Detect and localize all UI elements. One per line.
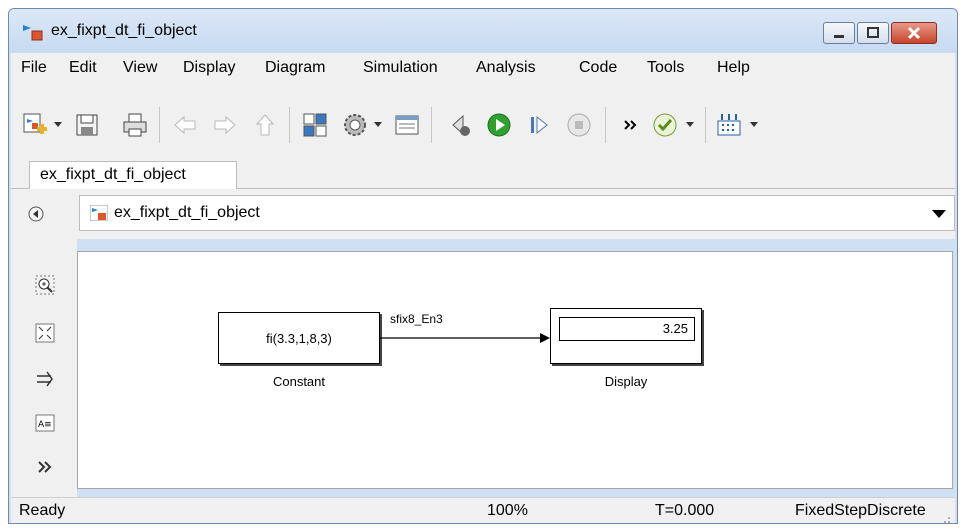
menu-edit[interactable]: Edit (69, 59, 97, 77)
up-arrow-icon[interactable] (251, 111, 279, 139)
status-bar: Ready 100% T=0.000 FixedStepDiscrete (11, 497, 955, 524)
arrow-icon[interactable] (35, 369, 55, 389)
menu-diagram[interactable]: Diagram (265, 59, 325, 77)
status-time: T=0.000 (655, 502, 715, 519)
menu-file[interactable]: File (21, 59, 47, 77)
forward-arrow-icon[interactable] (211, 111, 239, 139)
build-icon[interactable] (715, 111, 743, 139)
new-model-icon[interactable] (21, 111, 49, 139)
minimize-icon (834, 35, 844, 38)
constant-block-label: Constant (272, 374, 326, 389)
model-path-field[interactable]: ex_fixpt_dt_fi_object (79, 195, 955, 231)
print-icon[interactable] (121, 111, 149, 139)
build-dropdown-icon[interactable] (749, 119, 759, 129)
resize-grip-icon[interactable] (939, 512, 951, 524)
constant-block[interactable]: fi(3.3,1,8,3) (218, 312, 380, 364)
expand-icon[interactable] (35, 457, 55, 477)
maximize-button[interactable] (857, 22, 889, 44)
library-browser-icon[interactable] (301, 111, 329, 139)
path-dropdown-icon[interactable] (932, 209, 946, 219)
menu-analysis[interactable]: Analysis (476, 59, 536, 77)
zoom-icon[interactable] (35, 275, 55, 295)
menu-help[interactable]: Help (717, 59, 750, 77)
toolbar-separator (159, 107, 160, 143)
hide-browser-icon[interactable] (27, 205, 45, 223)
signal-line[interactable] (380, 332, 552, 344)
menu-tools[interactable]: Tools (647, 59, 684, 77)
title-bar[interactable]: ex_fixpt_dt_fi_object (9, 9, 957, 53)
simulink-window: ex_fixpt_dt_fi_object File Edit View Dis… (8, 8, 958, 524)
display-value: 3.25 (559, 317, 695, 341)
status-zoom: 100% (487, 502, 528, 519)
model-explorer-icon[interactable] (393, 111, 421, 139)
fit-view-icon[interactable] (35, 323, 55, 343)
model-config-icon[interactable] (341, 111, 369, 139)
minimize-button[interactable] (823, 22, 855, 44)
more-icon[interactable] (617, 111, 645, 139)
menu-code[interactable]: Code (579, 59, 617, 77)
status-state: Ready (19, 502, 66, 519)
toolbar-separator (289, 107, 290, 143)
step-forward-icon[interactable] (525, 111, 553, 139)
new-dropdown-icon[interactable] (53, 119, 63, 129)
menu-simulation[interactable]: Simulation (363, 59, 438, 77)
tab-model[interactable]: ex_fixpt_dt_fi_object (29, 161, 237, 189)
address-bar: ex_fixpt_dt_fi_object (11, 189, 955, 239)
run-icon[interactable] (485, 111, 513, 139)
maximize-icon (867, 27, 879, 38)
back-arrow-icon[interactable] (171, 111, 199, 139)
stop-icon[interactable] (565, 111, 593, 139)
simulink-model-icon (90, 205, 108, 221)
model-path-text: ex_fixpt_dt_fi_object (114, 204, 260, 221)
check-dropdown-icon[interactable] (685, 119, 695, 129)
display-block[interactable]: 3.25 (550, 308, 702, 364)
annotation-icon[interactable]: A≡ (35, 413, 55, 433)
tool-palette: A≡ (11, 239, 77, 497)
toolbar-separator (431, 107, 432, 143)
display-block-label: Display (604, 374, 648, 389)
menu-view[interactable]: View (123, 59, 157, 77)
simulink-app-icon (23, 25, 43, 41)
menu-bar: File Edit View Display Diagram Simulatio… (11, 53, 955, 83)
close-icon (907, 26, 921, 40)
model-canvas[interactable]: fi(3.3,1,8,3) Constant sfix8_En3 3.25 Di… (77, 251, 953, 489)
svg-text:A≡: A≡ (38, 420, 52, 430)
check-icon[interactable] (651, 111, 679, 139)
tab-strip: ex_fixpt_dt_fi_object (11, 159, 955, 189)
toolbar-separator (605, 107, 606, 143)
config-dropdown-icon[interactable] (373, 119, 383, 129)
window-title: ex_fixpt_dt_fi_object (51, 22, 197, 39)
save-icon[interactable] (73, 111, 101, 139)
menu-display[interactable]: Display (183, 59, 235, 77)
close-button[interactable] (891, 22, 937, 44)
status-solver: FixedStepDiscrete (795, 502, 926, 519)
constant-value: fi(3.3,1,8,3) (266, 331, 332, 346)
toolbar (11, 83, 955, 170)
step-back-icon[interactable] (445, 111, 473, 139)
signal-datatype-label: sfix8_En3 (390, 312, 443, 326)
toolbar-separator (705, 107, 706, 143)
